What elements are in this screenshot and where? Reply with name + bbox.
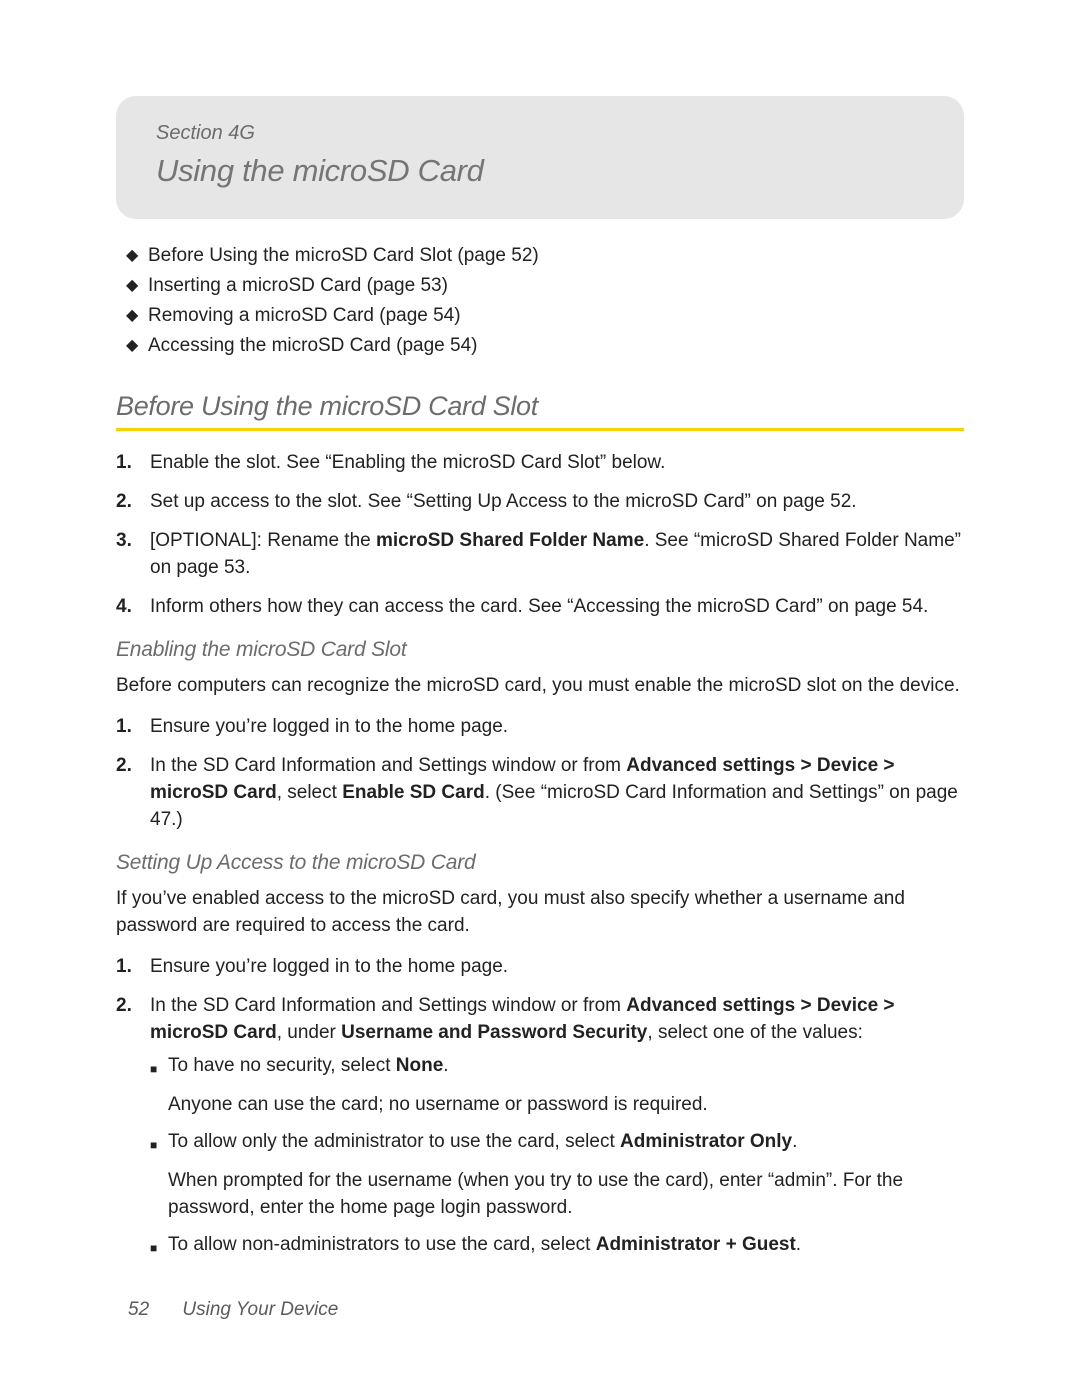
toc-item: ◆ Accessing the microSD Card (page 54) (126, 331, 964, 361)
chapter-title: Using Your Device (182, 1299, 338, 1320)
ordered-list: 1. Ensure you’re logged in to the home p… (116, 953, 964, 1270)
section-header: Section 4G Using the microSD Card (116, 96, 964, 219)
toc-text: Inserting a microSD Card (page 53) (148, 271, 448, 301)
toc-list: ◆ Before Using the microSD Card Slot (pa… (126, 241, 964, 361)
list-number: 2. (116, 752, 150, 833)
list-text: Set up access to the slot. See “Setting … (150, 488, 964, 515)
nested-follow: When prompted for the username (when you… (168, 1167, 964, 1221)
toc-text: Accessing the microSD Card (page 54) (148, 331, 477, 361)
list-item: 1. Enable the slot. See “Enabling the mi… (116, 449, 964, 476)
ordered-list: 1. Ensure you’re logged in to the home p… (116, 713, 964, 833)
nested-text: To allow non-administrators to use the c… (168, 1231, 964, 1262)
nested-item: ■ To allow only the administrator to use… (150, 1128, 964, 1159)
list-text: Enable the slot. See “Enabling the micro… (150, 449, 964, 476)
list-item: 1. Ensure you’re logged in to the home p… (116, 713, 964, 740)
diamond-bullet-icon: ◆ (126, 241, 148, 271)
list-number: 3. (116, 527, 150, 581)
list-item: 3. [OPTIONAL]: Rename the microSD Shared… (116, 527, 964, 581)
diamond-bullet-icon: ◆ (126, 331, 148, 361)
square-bullet-icon: ■ (150, 1231, 168, 1262)
section-label: Section 4G (156, 122, 924, 145)
heading-3: Setting Up Access to the microSD Card (116, 851, 964, 875)
toc-text: Removing a microSD Card (page 54) (148, 301, 461, 331)
page-number: 52 (128, 1299, 149, 1320)
diamond-bullet-icon: ◆ (126, 301, 148, 331)
list-number: 2. (116, 992, 150, 1270)
list-number: 1. (116, 953, 150, 980)
list-text: Inform others how they can access the ca… (150, 593, 964, 620)
section-title: Using the microSD Card (156, 153, 924, 189)
list-item: 2. Set up access to the slot. See “Setti… (116, 488, 964, 515)
ordered-list: 1. Enable the slot. See “Enabling the mi… (116, 449, 964, 620)
nested-list: ■ To have no security, select None. Anyo… (150, 1052, 964, 1262)
toc-item: ◆ Removing a microSD Card (page 54) (126, 301, 964, 331)
nested-item: ■ To allow non-administrators to use the… (150, 1231, 964, 1262)
heading-3: Enabling the microSD Card Slot (116, 638, 964, 662)
list-item: 2. In the SD Card Information and Settin… (116, 752, 964, 833)
nested-item: ■ To have no security, select None. (150, 1052, 964, 1083)
document-page: Section 4G Using the microSD Card ◆ Befo… (0, 0, 1080, 1397)
paragraph: Before computers can recognize the micro… (116, 672, 964, 699)
nested-text: To allow only the administrator to use t… (168, 1128, 964, 1159)
nested-text: To have no security, select None. (168, 1052, 964, 1083)
toc-item: ◆ Inserting a microSD Card (page 53) (126, 271, 964, 301)
list-number: 2. (116, 488, 150, 515)
list-text: [OPTIONAL]: Rename the microSD Shared Fo… (150, 527, 964, 581)
heading-rule (116, 428, 964, 431)
diamond-bullet-icon: ◆ (126, 271, 148, 301)
list-number: 1. (116, 449, 150, 476)
toc-item: ◆ Before Using the microSD Card Slot (pa… (126, 241, 964, 271)
list-item: 1. Ensure you’re logged in to the home p… (116, 953, 964, 980)
list-item: 4. Inform others how they can access the… (116, 593, 964, 620)
list-text: Ensure you’re logged in to the home page… (150, 713, 964, 740)
nested-follow: Anyone can use the card; no username or … (168, 1091, 964, 1118)
list-number: 1. (116, 713, 150, 740)
square-bullet-icon: ■ (150, 1128, 168, 1159)
list-text: Ensure you’re logged in to the home page… (150, 953, 964, 980)
paragraph: If you’ve enabled access to the microSD … (116, 885, 964, 939)
list-text: In the SD Card Information and Settings … (150, 992, 964, 1270)
list-text: In the SD Card Information and Settings … (150, 752, 964, 833)
toc-text: Before Using the microSD Card Slot (page… (148, 241, 539, 271)
page-footer: 52 Using Your Device (128, 1299, 338, 1321)
list-number: 4. (116, 593, 150, 620)
square-bullet-icon: ■ (150, 1052, 168, 1083)
list-item: 2. In the SD Card Information and Settin… (116, 992, 964, 1270)
heading-2: Before Using the microSD Card Slot (116, 391, 964, 422)
